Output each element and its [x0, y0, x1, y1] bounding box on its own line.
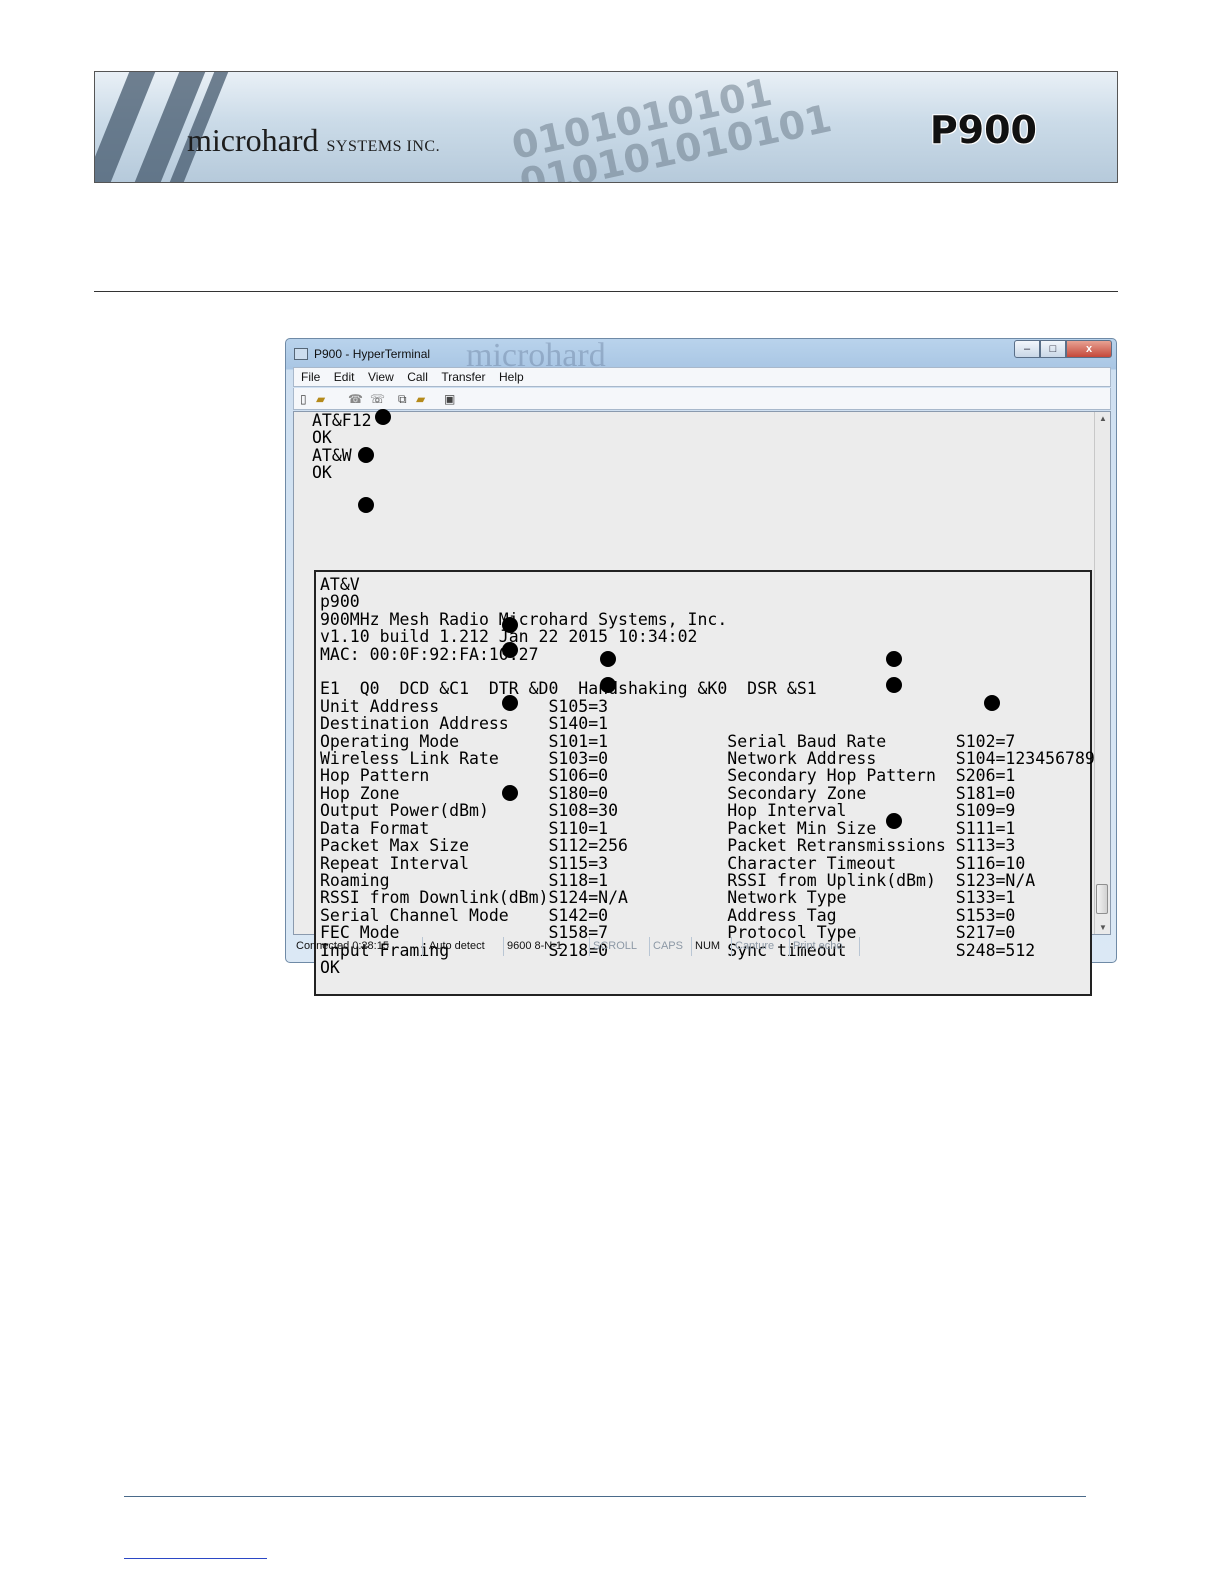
new-icon[interactable]: ▯ — [300, 392, 307, 406]
status-connected: Connected 0:28:15 — [293, 937, 423, 956]
scroll-up-icon[interactable]: ▲ — [1099, 414, 1107, 423]
toolbar: ▯ ▰ ☎ ☏ ⧉ ▰ ▣ — [293, 388, 1111, 410]
receive-icon[interactable]: ▰ — [416, 392, 425, 406]
callout-marker — [375, 409, 391, 425]
status-print-echo: Print echo — [790, 937, 860, 956]
send-icon[interactable]: ⧉ — [398, 392, 407, 406]
terminal-area[interactable]: AT&F12 OK AT&W OK AT&V p900 900MHz Mesh … — [293, 411, 1111, 996]
status-bar: Connected 0:28:15 Auto detect 9600 8-N-1… — [293, 937, 1111, 956]
callout-marker — [886, 651, 902, 667]
product-title: P900 — [929, 108, 1037, 152]
callout-marker — [502, 785, 518, 801]
hyperterminal-window: microhard P900 - HyperTerminal – □ x Fil… — [285, 337, 1117, 996]
connect-icon[interactable]: ☎ — [348, 392, 363, 406]
status-scroll: SCROLL — [590, 937, 650, 956]
scroll-thumb[interactable] — [1096, 884, 1108, 914]
header-banner: 0101010101 010101010101 microhard SYSTEMS… — [94, 71, 1118, 183]
callout-marker — [600, 677, 616, 693]
callout-marker — [502, 617, 518, 633]
callout-marker — [502, 695, 518, 711]
company-logo: microhard SYSTEMS INC. — [187, 122, 441, 158]
minimize-button[interactable]: – — [1014, 340, 1040, 358]
terminal-output-text: AT&V p900 900MHz Mesh Radio Microhard Sy… — [320, 575, 1105, 977]
menu-call[interactable]: Call — [407, 368, 428, 386]
menu-edit[interactable]: Edit — [334, 368, 355, 386]
footer-link-underline — [124, 1558, 267, 1559]
footer-rule — [124, 1496, 1086, 1497]
status-settings: 9600 8-N-1 — [504, 937, 590, 956]
callout-marker — [886, 677, 902, 693]
scroll-down-icon[interactable]: ▼ — [1099, 923, 1107, 932]
callout-marker — [886, 813, 902, 829]
vertical-scrollbar[interactable]: ▲ ▼ — [1094, 412, 1110, 934]
callout-marker — [502, 642, 518, 658]
title-bar: microhard P900 - HyperTerminal – □ x — [286, 337, 1116, 374]
callout-marker — [358, 497, 374, 513]
callout-marker — [358, 447, 374, 463]
callout-marker — [984, 695, 1000, 711]
header-rule — [94, 291, 1118, 292]
disconnect-icon[interactable]: ☏ — [370, 392, 385, 406]
menu-transfer[interactable]: Transfer — [441, 368, 485, 386]
window-title: P900 - HyperTerminal — [314, 347, 431, 361]
status-capture: Capture — [732, 937, 790, 956]
menu-view[interactable]: View — [368, 368, 394, 386]
open-icon[interactable]: ▰ — [316, 392, 325, 406]
maximize-button[interactable]: □ — [1040, 340, 1066, 358]
menu-file[interactable]: File — [301, 368, 320, 386]
status-caps: CAPS — [650, 937, 692, 956]
status-detect: Auto detect — [426, 937, 504, 956]
banner-binary: 0101010101 010101010101 — [507, 71, 836, 183]
app-icon — [294, 348, 308, 360]
callout-marker — [600, 651, 616, 667]
menu-bar: File Edit View Call Transfer Help — [293, 367, 1111, 387]
terminal-output-box: AT&V p900 900MHz Mesh Radio Microhard Sy… — [314, 570, 1105, 996]
status-num: NUM — [692, 937, 732, 956]
menu-help[interactable]: Help — [499, 368, 524, 386]
close-button[interactable]: x — [1066, 340, 1112, 358]
properties-icon[interactable]: ▣ — [444, 392, 455, 406]
